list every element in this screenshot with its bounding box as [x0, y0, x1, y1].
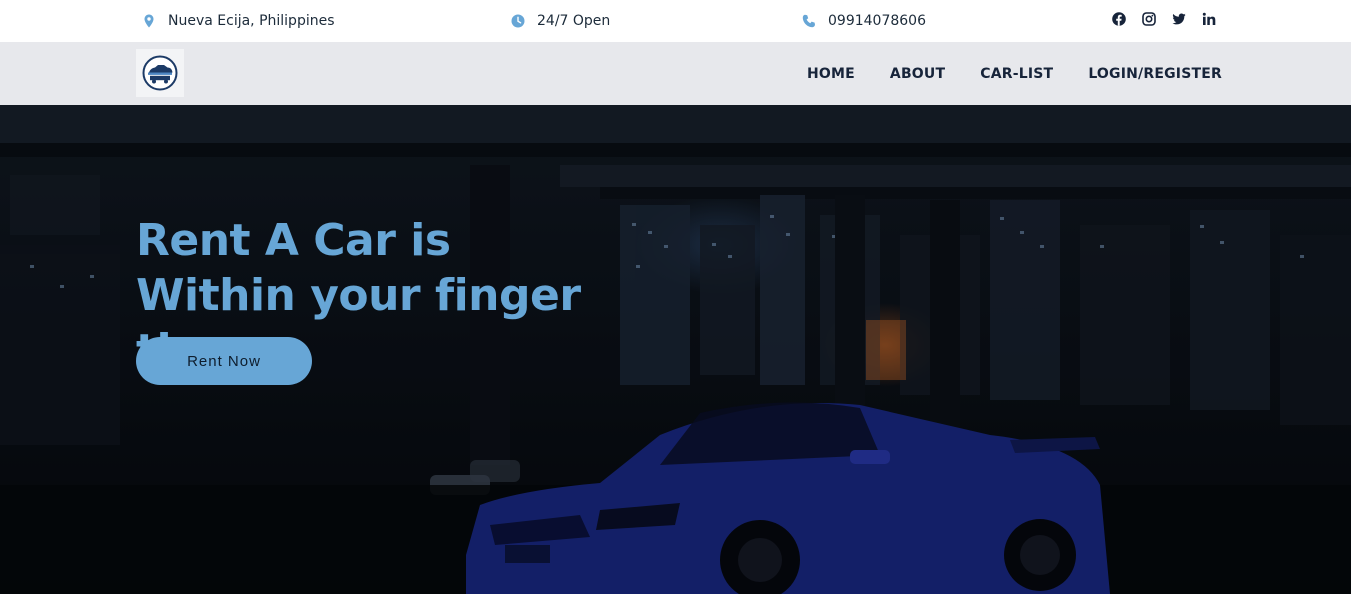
phone-info: 09914078606 — [802, 0, 926, 42]
social-links — [1112, 0, 1216, 38]
instagram-icon[interactable] — [1142, 12, 1156, 26]
clock-icon — [511, 14, 525, 28]
rent-now-button[interactable]: Rent Now — [136, 337, 312, 385]
nav-menu: HOME ABOUT CAR-LIST LOGIN/REGISTER — [807, 42, 1222, 105]
phone-icon — [802, 14, 815, 28]
twitter-icon[interactable] — [1172, 12, 1186, 26]
main-navbar: HOME ABOUT CAR-LIST LOGIN/REGISTER — [0, 42, 1351, 105]
linkedin-icon[interactable] — [1202, 12, 1216, 26]
hours-text: 24/7 Open — [537, 13, 611, 29]
map-pin-icon — [144, 14, 154, 28]
brand-logo[interactable] — [136, 49, 184, 97]
location-info: Nueva Ecija, Philippines — [142, 0, 335, 42]
nav-login-register[interactable]: LOGIN/REGISTER — [1088, 66, 1222, 82]
location-text: Nueva Ecija, Philippines — [168, 13, 335, 29]
nav-car-list[interactable]: CAR-LIST — [980, 66, 1053, 82]
hours-info: 24/7 Open — [511, 0, 610, 42]
hero-section: Rent A Car is Within your finger tips Re… — [0, 105, 1351, 594]
facebook-icon[interactable] — [1112, 12, 1126, 26]
nav-home[interactable]: HOME — [807, 66, 855, 82]
phone-text: 09914078606 — [828, 13, 926, 29]
nav-about[interactable]: ABOUT — [890, 66, 945, 82]
top-info-bar: Nueva Ecija, Philippines 24/7 Open 09914… — [0, 0, 1351, 42]
rentgo-logo-icon — [142, 55, 178, 91]
